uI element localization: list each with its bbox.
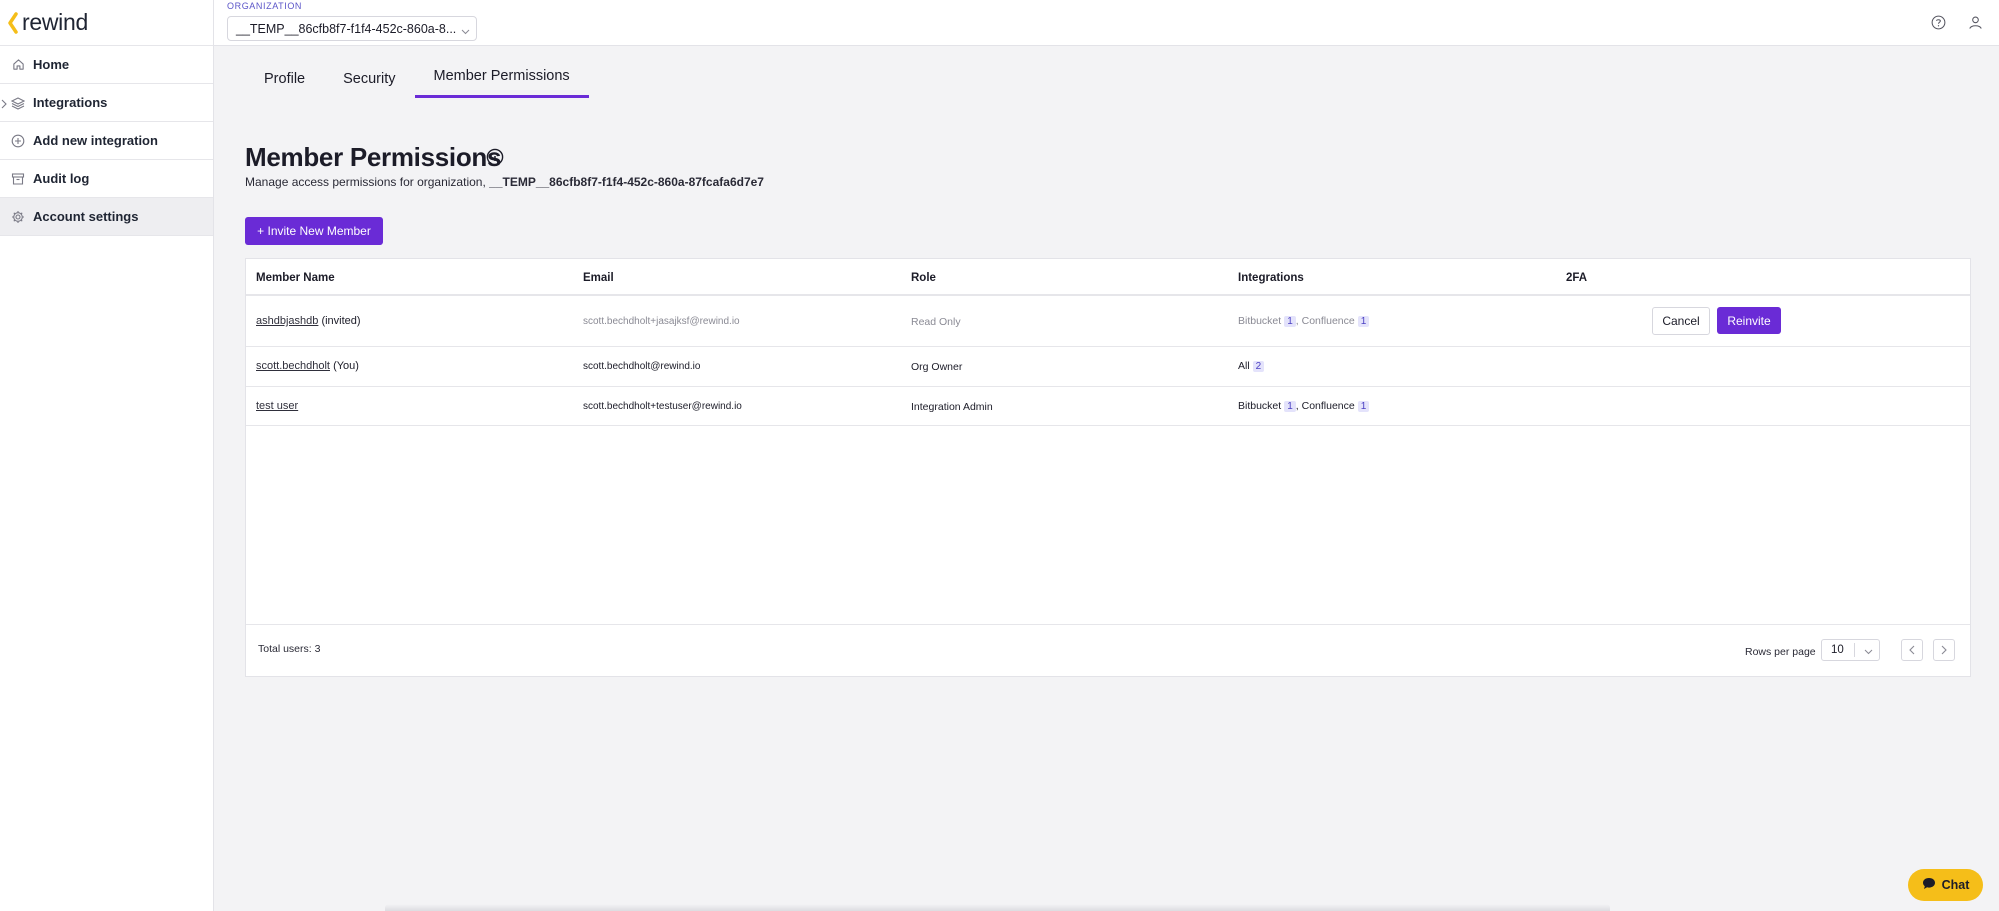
role-cell: Read Only xyxy=(911,316,961,328)
select-divider xyxy=(1854,643,1855,657)
member-name-cell: ashdbjashdb (invited) xyxy=(256,315,361,327)
table-row: test user scott.bechdholt+testuser@rewin… xyxy=(246,387,1970,426)
integration-name: Bitbucket xyxy=(1238,400,1282,412)
chevron-down-icon xyxy=(1864,646,1873,658)
invite-new-member-button[interactable]: + Invite New Member xyxy=(245,217,383,245)
sidebar-item-label: Audit log xyxy=(33,171,90,186)
column-header-role[interactable]: Role xyxy=(911,272,936,284)
integrations-cell: Bitbucket 1, Confluence 1 xyxy=(1238,400,1370,412)
plus-circle-icon xyxy=(11,134,25,148)
subtitle-text: Manage access permissions for organizati… xyxy=(245,175,486,189)
chat-bubble-icon xyxy=(1922,877,1936,893)
chevron-right-icon xyxy=(1941,645,1947,655)
member-name-link[interactable]: ashdbjashdb xyxy=(256,315,318,327)
reinvite-button[interactable]: Reinvite xyxy=(1717,307,1781,334)
sidebar-item-account-settings[interactable]: Account settings xyxy=(0,198,213,236)
integration-count-badge: 2 xyxy=(1252,361,1265,372)
sidebar-item-integrations[interactable]: Integrations xyxy=(0,84,213,122)
table-row: scott.bechdholt (You) scott.bechdholt@re… xyxy=(246,347,1970,387)
role-cell: Org Owner xyxy=(911,361,963,373)
previous-page-button[interactable] xyxy=(1901,639,1923,661)
member-name-link[interactable]: test user xyxy=(256,400,298,412)
settings-tabs: Profile Security Member Permissions xyxy=(245,60,589,98)
layers-icon xyxy=(11,96,25,110)
integration-count-badge: 1 xyxy=(1284,316,1296,327)
sidebar-item-audit-log[interactable]: Audit log xyxy=(0,160,213,198)
gear-icon xyxy=(11,210,25,224)
integration-count-badge: 1 xyxy=(1284,401,1296,412)
integration-name: All xyxy=(1238,360,1250,372)
sidebar-item-label: Home xyxy=(33,57,70,72)
integration-name: Confluence xyxy=(1301,315,1355,327)
member-name-link[interactable]: scott.bechdholt xyxy=(256,360,330,372)
home-icon xyxy=(11,58,25,72)
email-cell: scott.bechdholt+jasajksf@rewind.io xyxy=(583,316,740,327)
column-header-member-name[interactable]: Member Name xyxy=(256,272,335,284)
table-row: ashdbjashdb (invited) scott.bechdholt+ja… xyxy=(246,296,1970,347)
organization-label: ORGANIZATION xyxy=(227,1,303,11)
sidebar: rewind Home Integrations Add new integra… xyxy=(0,0,214,911)
brand-name: rewind xyxy=(22,9,88,35)
member-status: (invited) xyxy=(321,315,361,327)
total-users: Total users: 3 xyxy=(258,643,321,655)
sidebar-item-add-new-integration[interactable]: Add new integration xyxy=(0,122,213,160)
column-header-email[interactable]: Email xyxy=(583,272,614,284)
organization-select[interactable]: __TEMP__86cfb8f7-f1f4-452c-860a-8... xyxy=(227,16,477,41)
integration-count-badge: 1 xyxy=(1357,401,1370,412)
table-header: Member Name Email Role Integrations 2FA xyxy=(246,259,1970,296)
sidebar-item-label: Integrations xyxy=(33,95,108,110)
page-title: Member Permissions xyxy=(245,142,502,172)
sidebar-item-home[interactable]: Home xyxy=(0,46,213,84)
cancel-invite-button[interactable]: Cancel xyxy=(1652,307,1710,335)
email-cell: scott.bechdholt+testuser@rewind.io xyxy=(583,401,742,412)
integration-count-badge: 1 xyxy=(1357,316,1370,327)
integration-name: Bitbucket xyxy=(1238,315,1282,327)
chevron-left-icon xyxy=(1909,645,1915,655)
organization-select-value: __TEMP__86cfb8f7-f1f4-452c-860a-8... xyxy=(236,22,457,36)
role-cell: Integration Admin xyxy=(911,401,993,413)
page-subtitle: Manage access permissions for organizati… xyxy=(245,175,764,189)
integrations-cell: Bitbucket 1, Confluence 1 xyxy=(1238,315,1370,327)
help-icon[interactable] xyxy=(1928,12,1948,32)
email-cell: scott.bechdholt@rewind.io xyxy=(583,361,701,372)
integrations-cell: All 2 xyxy=(1238,360,1265,372)
archive-icon xyxy=(11,172,25,186)
tab-member-permissions[interactable]: Member Permissions xyxy=(414,60,589,98)
table-footer: Total users: 3 Rows per page 10 xyxy=(246,624,1970,676)
member-name-cell: scott.bechdholt (You) xyxy=(256,360,359,372)
integration-name: Confluence xyxy=(1301,400,1355,412)
rows-per-page-select[interactable]: 10 xyxy=(1821,639,1880,661)
column-header-2fa[interactable]: 2FA xyxy=(1566,272,1587,284)
rewind-logo-icon xyxy=(8,11,18,34)
page-bottom-edge xyxy=(385,904,1610,911)
top-bar: ORGANIZATION __TEMP__86cfb8f7-f1f4-452c-… xyxy=(214,0,1999,46)
member-status: (You) xyxy=(333,360,359,372)
info-icon[interactable] xyxy=(486,148,504,171)
rows-per-page-label: Rows per page xyxy=(1745,646,1816,658)
rewind-logo[interactable]: rewind xyxy=(0,0,213,46)
organization-id: __TEMP__86cfb8f7-f1f4-452c-860a-87fcafa6… xyxy=(489,175,764,189)
tab-security[interactable]: Security xyxy=(324,60,414,98)
next-page-button[interactable] xyxy=(1933,639,1955,661)
rows-per-page-value: 10 xyxy=(1831,644,1844,656)
chat-label: Chat xyxy=(1941,878,1970,892)
user-icon[interactable] xyxy=(1965,12,1985,32)
members-table: Member Name Email Role Integrations 2FA … xyxy=(245,258,1971,677)
chat-button[interactable]: Chat xyxy=(1908,869,1983,901)
member-name-cell: test user xyxy=(256,400,298,412)
sidebar-item-label: Account settings xyxy=(33,209,139,224)
chevron-right-icon[interactable] xyxy=(1,97,7,112)
sidebar-item-label: Add new integration xyxy=(33,133,158,148)
tab-profile[interactable]: Profile xyxy=(245,60,324,98)
chevron-down-icon xyxy=(461,24,470,38)
column-header-integrations[interactable]: Integrations xyxy=(1238,272,1304,284)
